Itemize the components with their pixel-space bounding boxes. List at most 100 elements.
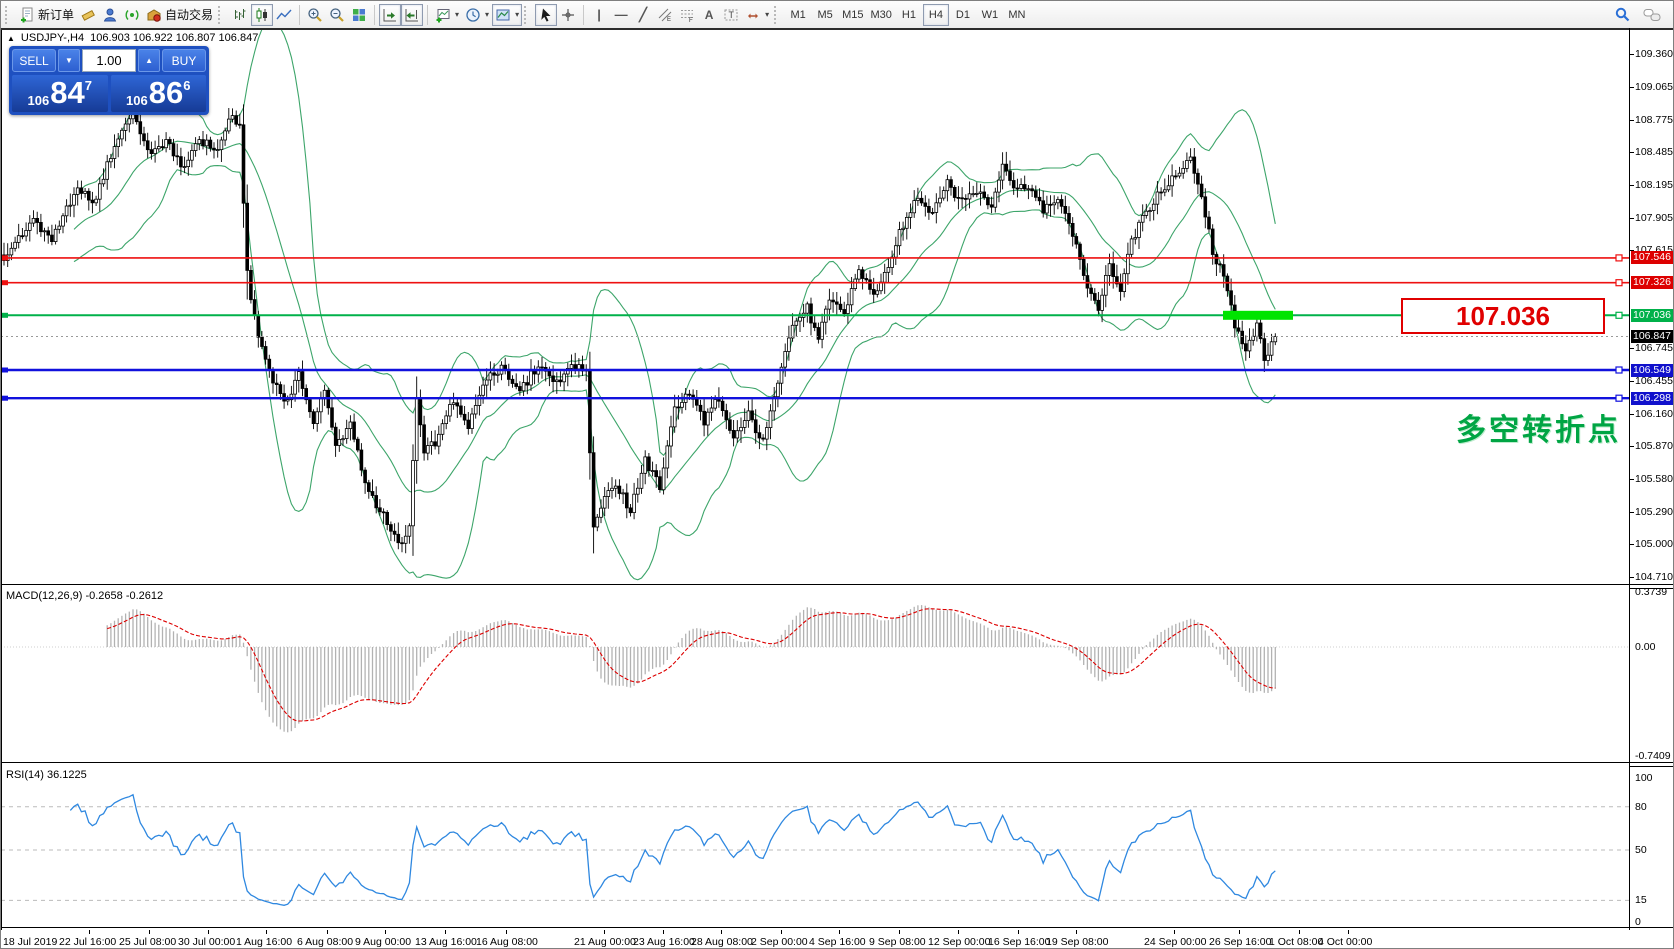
date-tick: [149, 930, 150, 934]
fibonacci-tool-button[interactable]: F: [676, 4, 698, 26]
new-order-button[interactable]: 新订单: [16, 4, 77, 26]
autotrading-button[interactable]: 自动交易: [143, 4, 216, 26]
buy-price[interactable]: 106 86 6: [111, 75, 207, 112]
eraser-icon: [80, 7, 96, 23]
eraser-button[interactable]: [77, 4, 99, 26]
line-chart-icon: [276, 7, 292, 23]
date-tick: [1076, 930, 1077, 934]
price-axis-label: 106.160: [1635, 408, 1673, 420]
toolbar-grip[interactable]: [218, 6, 225, 24]
chart-shift-button[interactable]: [401, 4, 423, 26]
sell-price-prefix: 106: [28, 93, 50, 108]
toolbar-grip[interactable]: [774, 6, 781, 24]
bar-chart-button[interactable]: [229, 4, 251, 26]
buy-price-prefix: 106: [126, 93, 148, 108]
level-handle[interactable]: [1616, 395, 1622, 401]
new-order-label: 新订单: [38, 6, 74, 23]
profiles-button[interactable]: ▾: [462, 4, 492, 26]
timeframe-m30-button[interactable]: M30: [868, 4, 895, 26]
timeframe-h4-button[interactable]: H4: [923, 4, 949, 26]
price-axis-label: 108.485: [1635, 146, 1673, 158]
zoom-out-button[interactable]: [326, 4, 348, 26]
timeframe-w1-button[interactable]: W1: [977, 4, 1003, 26]
profile-button[interactable]: [99, 4, 121, 26]
volume-increase-button[interactable]: ▲: [138, 49, 160, 72]
timeframe-mn-button[interactable]: MN: [1004, 4, 1030, 26]
toolbar-grip[interactable]: [5, 6, 12, 24]
horizontal-line-tool-button[interactable]: —: [610, 4, 632, 26]
one-click-trading-panel: SELL ▼ 1.00 ▲ BUY 106 84 7 106 86 6: [9, 46, 209, 115]
level-handle[interactable]: [1616, 280, 1622, 286]
trendline-tool-button[interactable]: ╱: [632, 4, 654, 26]
line-chart-button[interactable]: [273, 4, 295, 26]
channel-tool-button[interactable]: E: [654, 4, 676, 26]
level-handle[interactable]: [2, 368, 8, 373]
search-button[interactable]: [1611, 4, 1634, 26]
price-axis-label: 105.000: [1635, 538, 1673, 550]
date-tick: [1299, 930, 1300, 934]
new-order-icon: [19, 7, 35, 23]
sell-button[interactable]: SELL: [12, 49, 56, 72]
text-tool-button[interactable]: A: [698, 4, 720, 26]
rsi-panel[interactable]: [1, 766, 1629, 928]
timeframe-d1-button[interactable]: D1: [950, 4, 976, 26]
timeframe-h1-button[interactable]: H1: [896, 4, 922, 26]
candles: [3, 98, 1277, 556]
level-handle[interactable]: [1616, 312, 1622, 318]
text-label-tool-button[interactable]: T: [720, 4, 742, 26]
level-handle[interactable]: [1616, 255, 1622, 261]
date-tick: [385, 930, 386, 934]
highlight-segment[interactable]: [1223, 311, 1293, 320]
rsi-axis-label: 80: [1635, 801, 1647, 813]
arrows-tool-button[interactable]: ▾: [742, 4, 772, 26]
new-chart-button[interactable]: ▾: [432, 4, 462, 26]
zoom-in-button[interactable]: [304, 4, 326, 26]
timeframe-m1-button[interactable]: M1: [785, 4, 811, 26]
axis-tick: [1629, 120, 1634, 121]
axis-tick: [1629, 152, 1634, 153]
candlestick-chart-button[interactable]: [251, 4, 273, 26]
collapse-arrow-icon[interactable]: ▲: [7, 34, 15, 43]
date-tick: [89, 930, 90, 934]
timeframe-m15-button[interactable]: M15: [839, 4, 866, 26]
price-marker-107.326: 107.326: [1631, 276, 1674, 289]
level-handle[interactable]: [2, 280, 8, 285]
macd-axis-label: 0.00: [1635, 641, 1655, 653]
crosshair-tool-button[interactable]: [557, 4, 579, 26]
level-handle[interactable]: [1616, 367, 1622, 373]
sell-price[interactable]: 106 84 7: [12, 75, 108, 112]
level-handle[interactable]: [2, 313, 8, 318]
rsi-axis-label: 100: [1635, 772, 1653, 784]
volume-decrease-button[interactable]: ▼: [58, 49, 80, 72]
toolbar-grip[interactable]: [524, 6, 531, 24]
auto-scroll-button[interactable]: [379, 4, 401, 26]
vertical-line-tool-button[interactable]: |: [588, 4, 610, 26]
buy-price-big: 86: [149, 76, 183, 110]
level-handle[interactable]: [2, 396, 8, 401]
date-label: 2 Sep 00:00: [751, 936, 808, 948]
timeframe-m5-button[interactable]: M5: [812, 4, 838, 26]
cursor-tool-button[interactable]: [535, 4, 557, 26]
chat-button[interactable]: [1640, 4, 1665, 26]
buy-button[interactable]: BUY: [162, 49, 206, 72]
new-chart-icon: [435, 7, 451, 23]
rsi-axis-label: 0: [1635, 916, 1641, 928]
tile-windows-button[interactable]: [348, 4, 370, 26]
chat-icon: [1643, 7, 1662, 23]
macd-panel[interactable]: [1, 588, 1629, 761]
template-button[interactable]: ▾: [492, 4, 522, 26]
signal-button[interactable]: [121, 4, 143, 26]
dropdown-caret: ▾: [455, 10, 459, 19]
turning-point-annotation: 多空转折点: [1456, 405, 1621, 449]
price-axis-label: 108.195: [1635, 179, 1673, 191]
level-handle[interactable]: [2, 255, 8, 260]
axis-tick: [1629, 348, 1634, 349]
main-chart-panel[interactable]: [1, 30, 1629, 584]
date-axis[interactable]: 18 Jul 201922 Jul 16:0025 Jul 08:0030 Ju…: [1, 930, 1674, 949]
sell-price-big: 84: [50, 76, 84, 110]
price-callout-box[interactable]: 107.036: [1401, 298, 1605, 334]
rsi-axis-label: 50: [1635, 844, 1647, 856]
mt4-window: 新订单 自动交易: [0, 0, 1674, 949]
volume-input[interactable]: 1.00: [82, 49, 136, 72]
date-label: 26 Sep 16:00: [1209, 936, 1271, 948]
